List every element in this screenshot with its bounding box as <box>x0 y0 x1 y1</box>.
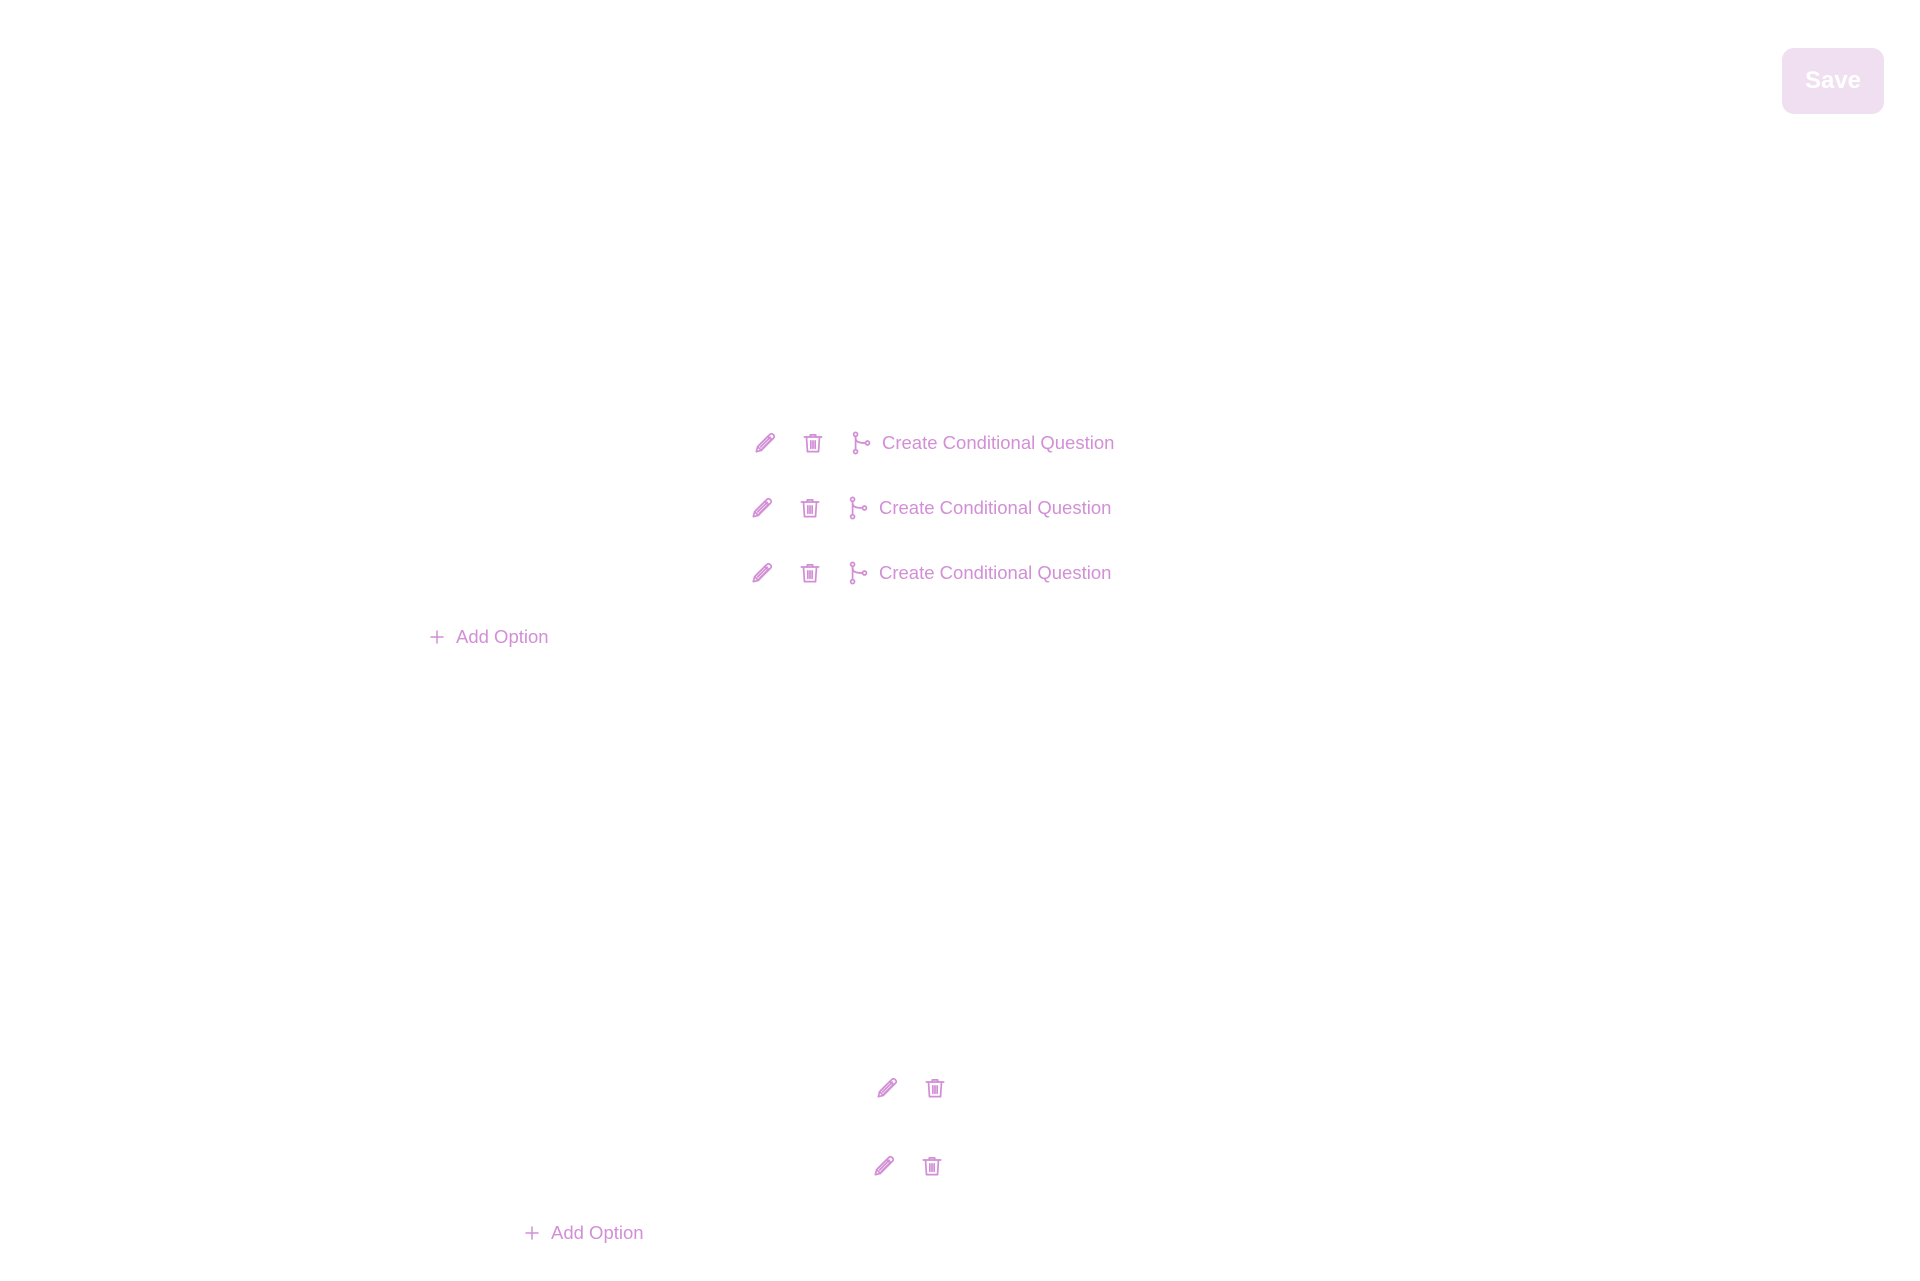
save-button[interactable]: Save <box>1782 48 1884 114</box>
pencil-icon[interactable] <box>750 428 780 458</box>
option-actions-row: Create Conditional Question <box>750 423 1114 463</box>
conditional-question-label: Create Conditional Question <box>882 432 1115 453</box>
plus-icon <box>525 1226 539 1240</box>
pencil-icon[interactable] <box>747 558 777 588</box>
trash-icon[interactable] <box>920 1073 950 1103</box>
create-conditional-question-button[interactable]: Create Conditional Question <box>848 430 1114 456</box>
branch-icon <box>849 561 868 585</box>
plus-icon <box>430 630 444 644</box>
pencil-icon[interactable] <box>869 1151 899 1181</box>
conditional-question-label: Create Conditional Question <box>879 497 1112 518</box>
conditional-question-label: Create Conditional Question <box>879 562 1112 583</box>
option-actions-row: Create Conditional Question <box>747 488 1111 528</box>
branch-icon <box>849 496 868 520</box>
branch-icon <box>852 431 871 455</box>
add-option-label: Add Option <box>551 1222 644 1243</box>
option-actions-row <box>872 1068 950 1108</box>
create-conditional-question-button[interactable]: Create Conditional Question <box>845 560 1111 586</box>
add-option-button[interactable]: Add Option <box>523 1217 644 1249</box>
add-option-button[interactable]: Add Option <box>428 621 549 653</box>
trash-icon[interactable] <box>798 428 828 458</box>
add-option-label: Add Option <box>456 626 549 647</box>
trash-icon[interactable] <box>795 493 825 523</box>
pencil-icon[interactable] <box>872 1073 902 1103</box>
trash-icon[interactable] <box>917 1151 947 1181</box>
form-builder-canvas: Save Create Conditional Question Create … <box>0 0 1920 1281</box>
pencil-icon[interactable] <box>747 493 777 523</box>
option-actions-row <box>869 1146 947 1186</box>
option-actions-row: Create Conditional Question <box>747 553 1111 593</box>
trash-icon[interactable] <box>795 558 825 588</box>
create-conditional-question-button[interactable]: Create Conditional Question <box>845 495 1111 521</box>
